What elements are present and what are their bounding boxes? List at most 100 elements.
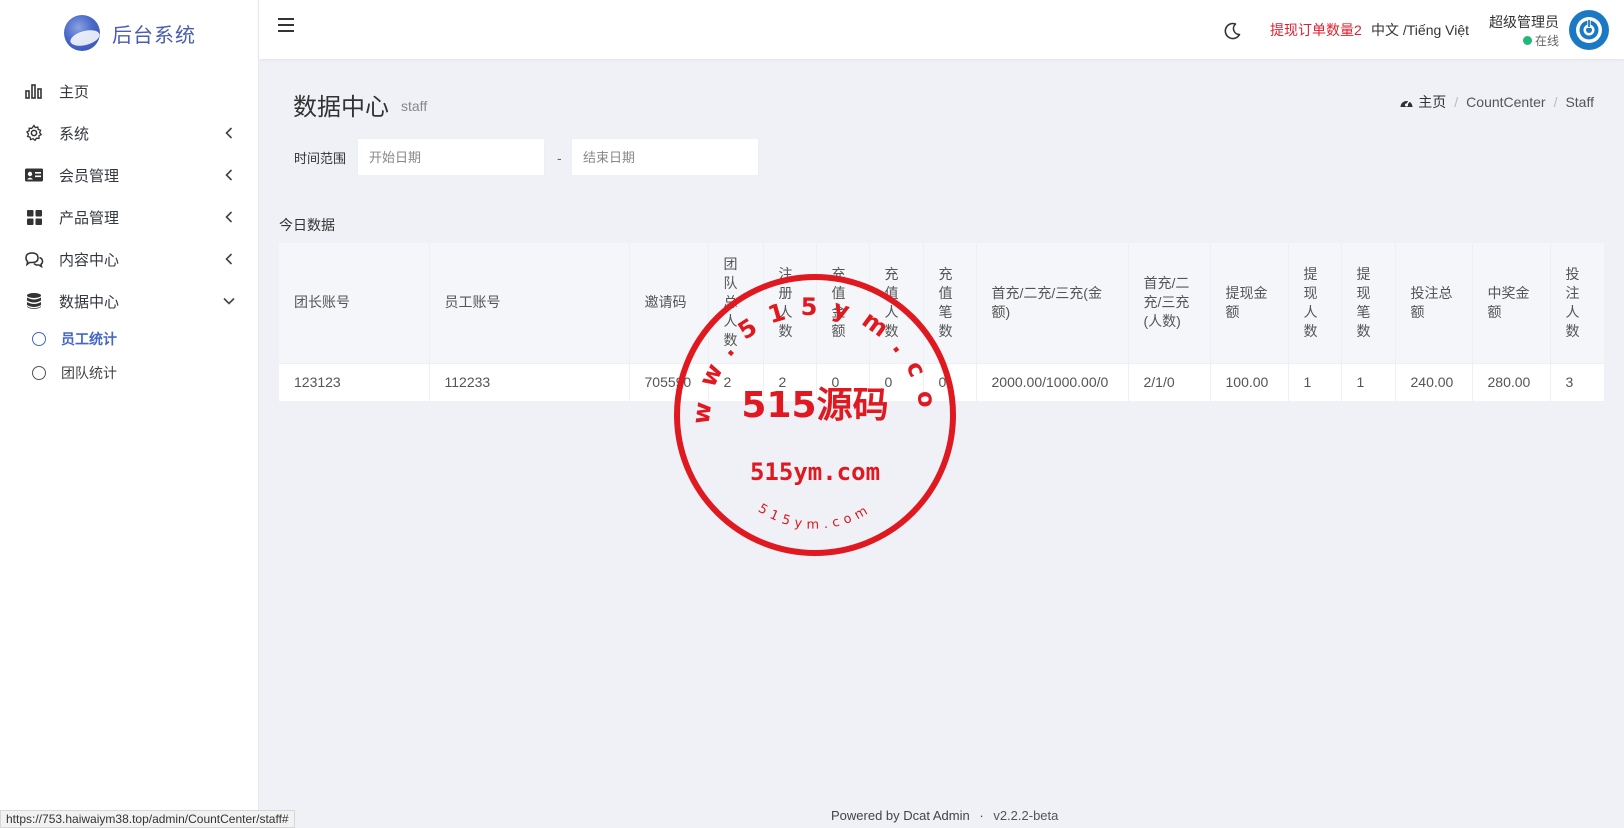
breadcrumb-current: Staff [1565,94,1594,110]
user-status-label: 在线 [1535,34,1560,48]
comments-icon [24,249,44,269]
sidebar-nav: 主页 系统 会员管理 产品管理 内容中心 数据中心 员工统计 团队统计 [0,70,258,390]
menu-toggle-icon[interactable] [278,18,294,34]
footer-powered[interactable]: Powered by Dcat Admin [831,808,970,823]
chevron-down-icon [222,294,236,308]
sidebar-item-content[interactable]: 内容中心 [0,238,258,280]
online-dot-icon [1523,36,1532,45]
column-header: 提现金额 [1210,243,1289,363]
sidebar-item-members[interactable]: 会员管理 [0,154,258,196]
sidebar-item-data-center[interactable]: 数据中心 [0,280,258,322]
brand-name: 后台系统 [112,24,196,47]
breadcrumb-countcenter[interactable]: CountCenter [1466,94,1545,110]
gear-icon [24,123,44,143]
end-date-input[interactable] [571,138,759,176]
circle-icon [32,366,46,380]
power-icon [1576,17,1602,43]
dark-mode-moon-icon[interactable] [1222,21,1242,41]
bar-chart-icon [24,81,44,101]
page-title: 数据中心 [293,94,389,121]
column-header: 充值笔数 [923,243,977,363]
sidebar-item-system[interactable]: 系统 [0,112,258,154]
sidebar-item-label: 主页 [59,83,90,101]
table-cell: 0 [923,362,977,401]
data-table: 团长账号 员工账号 邀请码 团队总人数 注册人数 充值金额 充值人数 充值笔数 … [279,243,1604,401]
sidebar-subitem-team-stats[interactable]: 团队统计 [0,356,258,390]
table-cell: 0 [816,362,870,401]
watermark-small-text: 515ym.com [755,501,869,532]
table-cell: 280.00 [1472,362,1551,401]
grid-icon [24,207,44,227]
topbar: 提现订单数量2 中文 /Tiếng Việt 超级管理员 在线 [259,0,1624,59]
sidebar-item-products[interactable]: 产品管理 [0,196,258,238]
table-cell: 123123 [279,362,430,401]
breadcrumb-home-label: 主页 [1418,94,1447,110]
id-card-icon [24,165,44,185]
column-header: 充值人数 [869,243,924,363]
breadcrumb-separator: / [1454,94,1459,110]
database-icon [24,291,44,311]
column-header: 提现人数 [1288,243,1342,363]
circle-icon [32,332,46,346]
column-header: 邀请码 [629,243,709,363]
table-cell: 0 [869,362,924,401]
column-header: 首充/二充/三充(人数) [1128,243,1211,363]
sidebar-item-home[interactable]: 主页 [0,70,258,112]
avatar[interactable] [1569,10,1609,50]
sidebar-subitem-label: 团队统计 [61,365,117,381]
sidebar: 后台系统 主页 系统 会员管理 产品管理 内容中心 数据中心 员工统计 团队统计 [0,0,259,828]
user-status: 在线 [1523,32,1559,49]
date-range-separator: - [557,150,562,166]
watermark-domain-text: 515ym.com [750,458,880,486]
language-switch[interactable]: 中文 /Tiếng Việt [1371,20,1469,40]
breadcrumb-home[interactable]: 主页 [1399,92,1446,112]
table-cell: 3 [1550,362,1604,401]
table-cell: 100.00 [1210,362,1289,401]
sidebar-item-label: 产品管理 [59,209,120,227]
column-header: 投注人数 [1550,243,1604,363]
column-header: 注册人数 [763,243,817,363]
column-header: 首充/二充/三充(金额) [976,243,1129,363]
sidebar-subitem-staff-stats[interactable]: 员工统计 [0,322,258,356]
table-cell: 112233 [429,362,630,401]
column-header: 提现笔数 [1341,243,1396,363]
table-cell: 2 [708,362,764,401]
table-cell: 705590 [629,362,709,401]
table-cell: 1 [1341,362,1396,401]
footer-dot: · [979,808,984,823]
table-cell: 2000.00/1000.00/0 [976,362,1129,401]
breadcrumb: 主页 / CountCenter / Staff [1399,92,1594,112]
status-url-bar: https://753.haiwaiym38.top/admin/CountCe… [0,810,295,828]
sidebar-item-label: 系统 [59,125,90,143]
brand[interactable]: 后台系统 [0,0,258,66]
sidebar-item-label: 数据中心 [59,293,120,311]
table-cell: 1 [1288,362,1342,401]
withdraw-order-alert[interactable]: 提现订单数量2 [1270,20,1362,40]
page-subtitle: staff [401,98,428,114]
column-header: 团队总人数 [708,243,764,363]
brand-logo [64,15,100,51]
sidebar-subitem-label: 员工统计 [61,331,117,347]
sidebar-item-label: 会员管理 [59,167,120,185]
footer: Powered by Dcat Admin · v2.2.2-beta [831,808,1058,823]
user-name[interactable]: 超级管理员 [1489,12,1559,32]
column-header: 团长账号 [279,243,430,363]
svg-text:515ym.com: 515ym.com [755,501,874,532]
table-row: 123123 112233 705590 2 2 0 0 0 2000.00/1… [279,362,1604,401]
chevron-left-icon [222,126,236,140]
section-title-today: 今日数据 [279,217,335,233]
sidebar-item-label: 内容中心 [59,251,120,269]
footer-version: v2.2.2-beta [993,808,1059,823]
column-header: 员工账号 [429,243,630,363]
chevron-left-icon [222,252,236,266]
column-header: 投注总额 [1395,243,1473,363]
date-range-label: 时间范围 [294,151,347,166]
start-date-input[interactable] [357,138,545,176]
table-cell: 2/1/0 [1128,362,1211,401]
breadcrumb-separator: / [1553,94,1558,110]
chevron-left-icon [222,168,236,182]
column-header: 充值金额 [816,243,870,363]
table-cell: 2 [763,362,817,401]
chevron-left-icon [222,210,236,224]
table-cell: 240.00 [1395,362,1473,401]
